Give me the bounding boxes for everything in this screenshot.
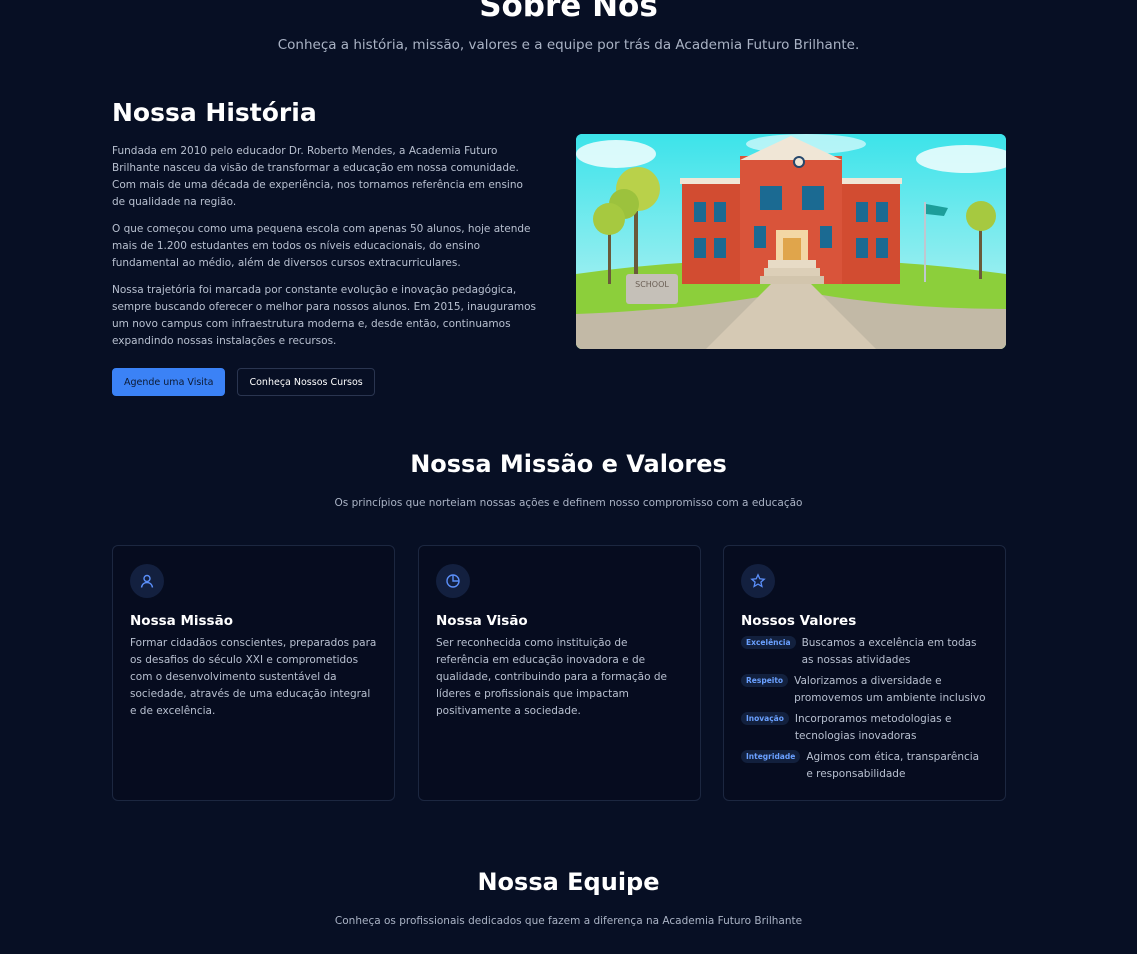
value-item: Excelência Buscamos a excelência em toda…: [741, 635, 988, 668]
value-item: Inovação Incorporamos metodologias e tec…: [741, 711, 988, 744]
value-description: Buscamos a excelência em todas as nossas…: [801, 637, 977, 666]
team-subtitle: Conheça os profissionais dedicados que f…: [334, 915, 803, 927]
mission-card-title: Nossa Missão: [130, 613, 233, 629]
value-badge: Respeito: [741, 674, 789, 687]
value-description: Agimos com ética, transparência e respon…: [806, 751, 980, 780]
history-text: Nossa História Fundada em 2010 pelo educ…: [112, 98, 537, 396]
value-badge: Integridade: [741, 750, 801, 763]
vision-card-title: Nossa Visão: [436, 613, 528, 629]
star-icon: [741, 564, 775, 598]
values-card-title: Nossos Valores: [741, 613, 857, 629]
history-actions: Agende uma Visita Conheça Nossos Cursos: [112, 368, 537, 396]
team-title: Nossa Equipe: [477, 868, 660, 896]
user-icon: [130, 564, 164, 598]
value-badge: Excelência: [741, 636, 796, 649]
vision-card-body: Ser reconhecida como instituição de refe…: [436, 637, 667, 717]
value-item: Respeito Valorizamos a diversidade e pro…: [741, 673, 988, 706]
mission-card: Nossa Missão Formar cidadãos conscientes…: [112, 545, 395, 801]
mission-card-body: Formar cidadãos conscientes, preparados …: [130, 637, 377, 717]
value-item: Integridade Agimos com ética, transparên…: [741, 749, 988, 782]
history-paragraph: Nossa trajetória foi marcada por constan…: [112, 284, 537, 347]
history-paragraph: Fundada em 2010 pelo educador Dr. Robert…: [112, 145, 523, 208]
mission-subtitle: Os princípios que norteiam nossas ações …: [334, 497, 803, 509]
vision-card: Nossa Visão Ser reconhecida como institu…: [418, 545, 701, 801]
values-list: Excelência Buscamos a excelência em toda…: [741, 635, 988, 782]
mission-title: Nossa Missão e Valores: [410, 450, 727, 478]
school-illustration-svg: SCHOOL: [576, 134, 1006, 349]
page-title: Sobre Nós: [479, 0, 658, 24]
history-paragraph: O que começou como uma pequena escola co…: [112, 223, 531, 269]
school-illustration: SCHOOL: [576, 134, 1006, 349]
school-sign-text: SCHOOL: [635, 280, 669, 289]
pie-chart-icon: [436, 564, 470, 598]
history-title: Nossa História: [112, 98, 317, 127]
page-subtitle: Conheça a história, missão, valores e a …: [277, 37, 860, 53]
schedule-visit-button[interactable]: Agende uma Visita: [112, 368, 226, 396]
history-section: Nossa História Fundada em 2010 pelo educ…: [112, 98, 1006, 398]
value-badge: Inovação: [741, 712, 789, 725]
value-description: Valorizamos a diversidade e promovemos u…: [794, 675, 986, 704]
value-description: Incorporamos metodologias e tecnologias …: [794, 713, 952, 742]
values-card: Nossos Valores Excelência Buscamos a exc…: [723, 545, 1006, 801]
courses-button[interactable]: Conheça Nossos Cursos: [237, 368, 375, 396]
